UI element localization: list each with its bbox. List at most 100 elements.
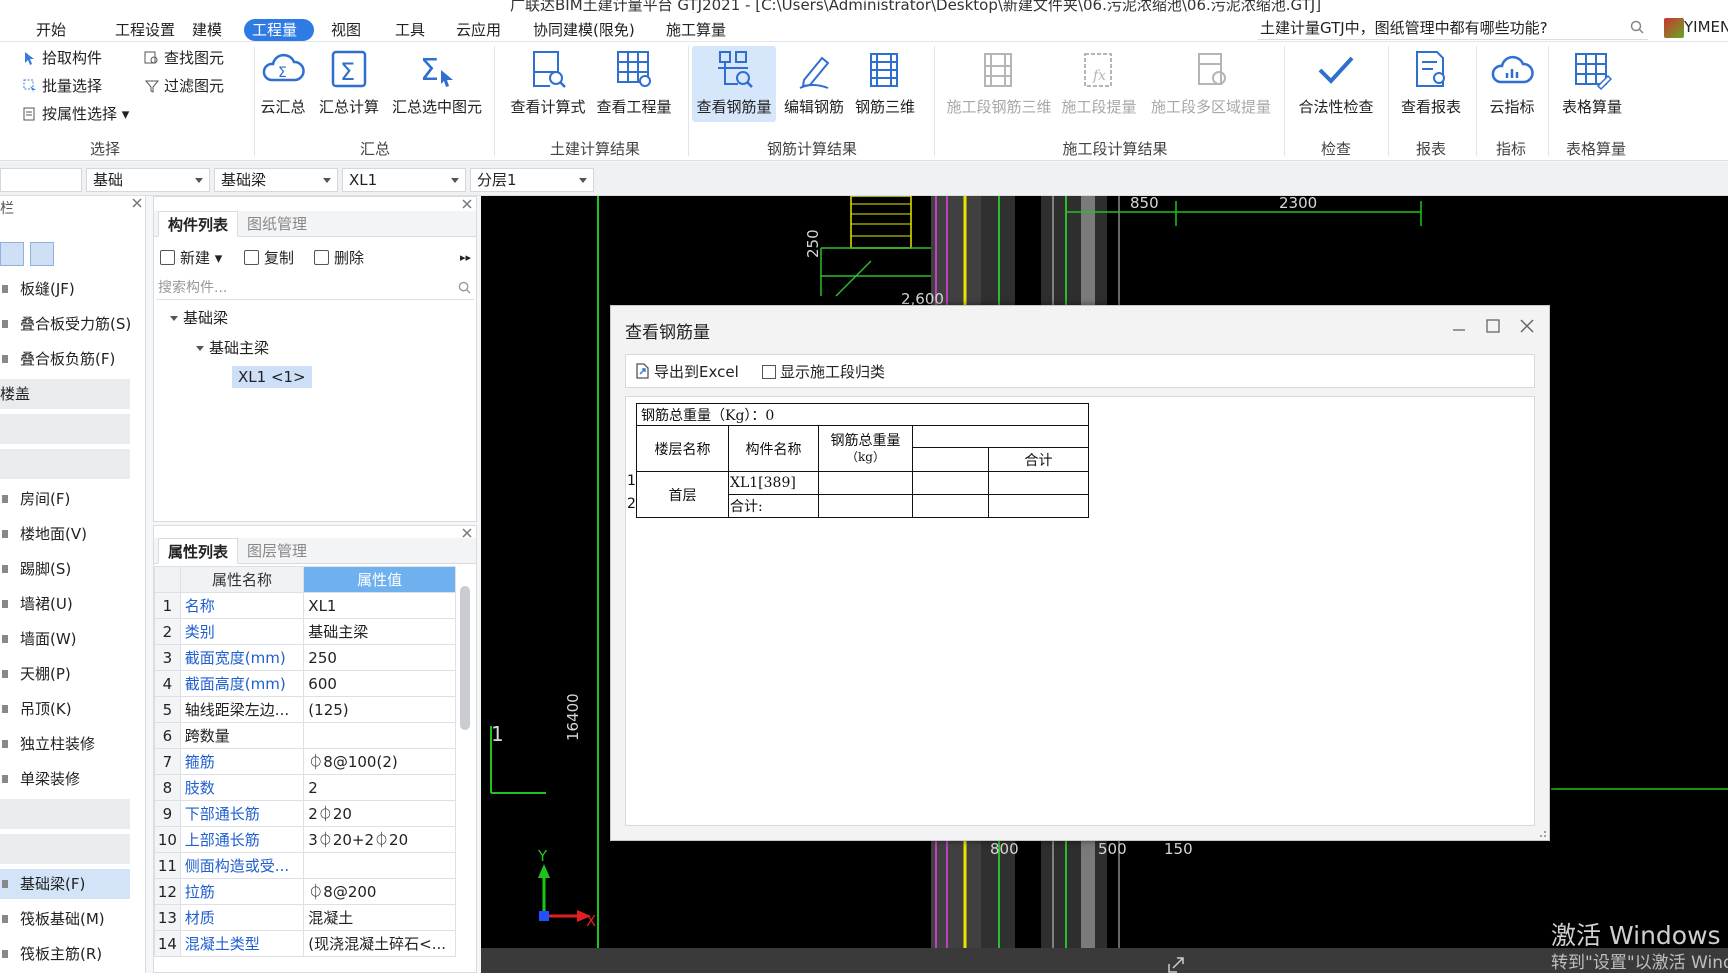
cloud-summary-button[interactable]: Σ 云汇总 bbox=[258, 46, 308, 122]
close-icon[interactable] bbox=[462, 199, 472, 209]
tree-node-foundation-beam[interactable]: 基础梁 bbox=[170, 307, 228, 329]
table-row[interactable]: 6 跨数量 bbox=[154, 722, 456, 749]
avatar[interactable] bbox=[1664, 18, 1684, 38]
component-search-input[interactable]: 搜索构件... bbox=[156, 276, 474, 300]
nav-item[interactable]: 楼地面(V) bbox=[0, 519, 130, 549]
category-select[interactable]: 基础 bbox=[86, 168, 210, 192]
table-row[interactable]: 9 下部通长筋 2⏀20 bbox=[154, 800, 456, 827]
find-element-button[interactable]: 查找图元 bbox=[144, 46, 224, 70]
property-value[interactable]: ⏀8@100(2) bbox=[303, 748, 456, 775]
tab-property-list[interactable]: 属性列表 bbox=[158, 538, 239, 564]
table-row[interactable]: 14 混凝土类型 (现浇混凝土碎石<... bbox=[154, 930, 456, 957]
new-component-button[interactable]: 新建 ▾ bbox=[160, 247, 222, 269]
tree-node-foundation-main-beam[interactable]: 基础主梁 bbox=[196, 337, 269, 359]
user-name[interactable]: YIMEN bbox=[1684, 18, 1728, 36]
nav-item[interactable]: 板缝(JF) bbox=[0, 274, 130, 304]
more-icon[interactable]: ▸▸ bbox=[460, 247, 471, 269]
table-row[interactable]: 10 上部通长筋 3⏀20+2⏀20 bbox=[154, 826, 456, 853]
scrollbar[interactable] bbox=[460, 586, 470, 730]
view-formula-button[interactable]: 查看计算式 bbox=[506, 46, 590, 122]
pick-component-button[interactable]: 拾取构件 bbox=[22, 46, 102, 70]
detail-view-icon[interactable] bbox=[30, 242, 54, 266]
cloud-index-button[interactable]: 云指标 bbox=[1482, 46, 1542, 122]
view-report-button[interactable]: 查看报表 bbox=[1396, 46, 1466, 122]
nav-group[interactable] bbox=[0, 414, 130, 444]
nav-item[interactable]: 单梁装修 bbox=[0, 764, 130, 794]
nav-item[interactable]: 筏板主筋(R) bbox=[0, 939, 130, 969]
table-row[interactable]: 8 肢数 2 bbox=[154, 774, 456, 801]
tab-drawing-management[interactable]: 图纸管理 bbox=[238, 211, 316, 237]
property-value[interactable]: XL1 bbox=[303, 592, 456, 619]
stage-rebar-3d-button[interactable]: 施工段钢筋三维 bbox=[944, 46, 1054, 122]
property-value[interactable]: 3⏀20+2⏀20 bbox=[303, 826, 456, 853]
property-value[interactable]: (现浇混凝土碎石<... bbox=[303, 930, 456, 957]
menu-cloud[interactable]: 云应用 bbox=[448, 19, 509, 41]
property-value[interactable]: ⏀8@200 bbox=[303, 878, 456, 905]
property-value[interactable]: 2 bbox=[303, 774, 456, 801]
property-value[interactable] bbox=[303, 722, 456, 749]
copy-component-button[interactable]: 复制 bbox=[244, 247, 294, 269]
nav-group[interactable]: 楼盖 bbox=[0, 379, 130, 409]
menu-project-settings[interactable]: 工程设置 bbox=[107, 19, 183, 41]
close-icon[interactable] bbox=[1517, 316, 1537, 336]
view-quantity-button[interactable]: 查看工程量 bbox=[594, 46, 674, 122]
menu-collab-modeling[interactable]: 协同建模(限免) bbox=[525, 19, 643, 41]
table-row[interactable]: 4 截面高度(mm) 600 bbox=[154, 670, 456, 697]
menu-tools[interactable]: 工具 bbox=[387, 19, 433, 41]
nav-item[interactable]: 墙裙(U) bbox=[0, 589, 130, 619]
nav-item[interactable]: 筏板基础(M) bbox=[0, 904, 130, 934]
search-icon[interactable] bbox=[458, 281, 471, 294]
menu-view[interactable]: 视图 bbox=[323, 19, 369, 41]
nav-group[interactable] bbox=[0, 834, 130, 864]
property-value[interactable] bbox=[303, 852, 456, 879]
property-value[interactable]: 250 bbox=[303, 644, 456, 671]
table-row[interactable]: 12 拉筋 ⏀8@200 bbox=[154, 878, 456, 905]
maximize-icon[interactable] bbox=[1483, 316, 1503, 336]
view-rebar-button[interactable]: 查看钢筋量 bbox=[692, 46, 776, 122]
nav-item[interactable]: 叠合板负筋(F) bbox=[0, 344, 130, 374]
nav-item[interactable]: 吊顶(K) bbox=[0, 694, 130, 724]
stage-quantity-button[interactable]: fx 施工段提量 bbox=[1058, 46, 1140, 122]
close-icon[interactable] bbox=[132, 198, 142, 208]
property-value[interactable]: 600 bbox=[303, 670, 456, 697]
floor-select[interactable] bbox=[0, 168, 82, 192]
tree-node-xl1[interactable]: XL1 <1> bbox=[232, 366, 312, 388]
summary-selected-button[interactable]: Σ 汇总选中图元 bbox=[388, 46, 486, 122]
nav-item[interactable]: 独立柱装修 bbox=[0, 729, 130, 759]
property-value[interactable]: 基础主梁 bbox=[303, 618, 456, 645]
nav-item[interactable]: 天棚(P) bbox=[0, 659, 130, 689]
layer-select[interactable]: 分层1 bbox=[470, 168, 594, 192]
stage-multi-area-button[interactable]: 施工段多区域提量 bbox=[1146, 46, 1276, 122]
property-value[interactable]: 混凝土 bbox=[303, 904, 456, 931]
tab-component-list[interactable]: 构件列表 bbox=[158, 211, 239, 237]
table-row[interactable]: 1 名称 XL1 bbox=[154, 592, 456, 619]
help-search-input[interactable]: 土建计量GTJ中，图纸管理中都有哪些功能? bbox=[1258, 16, 1648, 40]
select-by-property-button[interactable]: 按属性选择 ▾ bbox=[22, 102, 129, 126]
table-row[interactable]: 3 截面宽度(mm) 250 bbox=[154, 644, 456, 671]
property-value[interactable]: (125) bbox=[303, 696, 456, 723]
nav-item[interactable]: 叠合板受力筋(S) bbox=[0, 309, 131, 339]
property-value[interactable]: 2⏀20 bbox=[303, 800, 456, 827]
type-select[interactable]: 基础梁 bbox=[214, 168, 338, 192]
nav-item[interactable]: 墙面(W) bbox=[0, 624, 130, 654]
menu-start[interactable]: 开始 bbox=[28, 19, 74, 41]
menu-modeling[interactable]: 建模 bbox=[184, 19, 230, 41]
close-icon[interactable] bbox=[462, 528, 472, 538]
nav-group[interactable] bbox=[0, 799, 130, 829]
show-stage-checkbox[interactable]: 显示施工段归类 bbox=[762, 362, 885, 382]
table-row[interactable]: 13 材质 混凝土 bbox=[154, 904, 456, 931]
validity-check-button[interactable]: 合法性检查 bbox=[1294, 46, 1378, 122]
delete-component-button[interactable]: 删除 bbox=[314, 247, 364, 269]
menu-quantity[interactable]: 工程量 bbox=[244, 19, 314, 41]
resize-grip-icon[interactable] bbox=[1537, 828, 1547, 838]
table-row[interactable]: 7 箍筋 ⏀8@100(2) bbox=[154, 748, 456, 775]
search-icon[interactable] bbox=[1630, 20, 1644, 34]
component-select[interactable]: XL1 bbox=[342, 168, 466, 192]
batch-select-button[interactable]: 批量选择 bbox=[22, 74, 102, 98]
nav-group[interactable] bbox=[0, 449, 130, 479]
menu-construction-quantity[interactable]: 施工算量 bbox=[658, 19, 734, 41]
table-row[interactable]: 5 轴线距梁左边... (125) bbox=[154, 696, 456, 723]
nav-item[interactable]: 基础梁(F) bbox=[0, 869, 130, 899]
table-row[interactable]: 11 侧面构造或受... bbox=[154, 852, 456, 879]
table-quantity-button[interactable]: 表格算量 bbox=[1552, 46, 1632, 122]
